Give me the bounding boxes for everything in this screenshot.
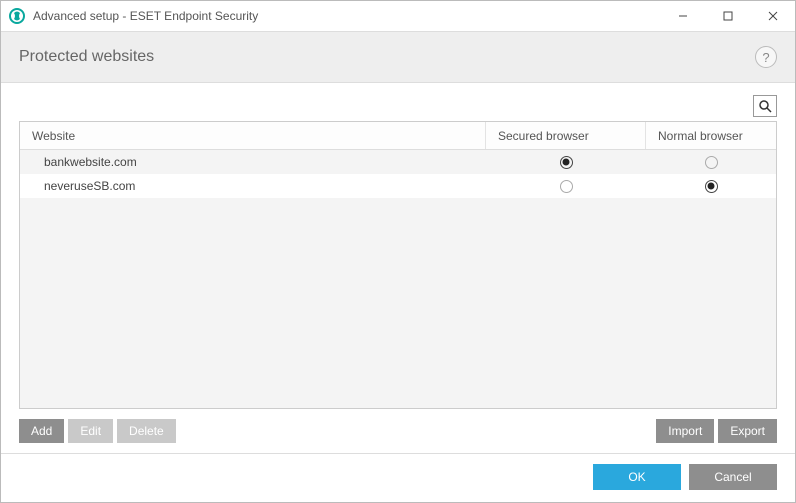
footer: OK Cancel [1,453,795,502]
cell-secured [486,174,646,198]
help-icon: ? [762,50,769,65]
page-header: Protected websites ? [1,31,795,83]
table-row[interactable]: neveruseSB.com [20,174,776,198]
help-button[interactable]: ? [755,46,777,68]
radio-normal[interactable] [705,156,718,169]
delete-button[interactable]: Delete [117,419,176,443]
cell-website: neveruseSB.com [20,174,486,198]
cell-normal [646,150,776,174]
maximize-button[interactable] [705,1,750,31]
left-button-group: Add Edit Delete [19,419,176,443]
content-area: Website Secured browser Normal browser b… [1,83,795,453]
radio-secured[interactable] [560,156,573,169]
minimize-button[interactable] [660,1,705,31]
radio-normal[interactable] [705,180,718,193]
websites-table: Website Secured browser Normal browser b… [19,121,777,409]
import-button[interactable]: Import [656,419,714,443]
search-icon [758,99,772,113]
edit-button[interactable]: Edit [68,419,113,443]
cell-secured [486,150,646,174]
table-row[interactable]: bankwebsite.com [20,150,776,174]
cell-normal [646,174,776,198]
radio-secured[interactable] [560,180,573,193]
titlebar: Advanced setup - ESET Endpoint Security [1,1,795,31]
ok-button[interactable]: OK [593,464,681,490]
table-body: bankwebsite.comneveruseSB.com [20,150,776,408]
search-row [19,95,777,117]
app-logo-icon [9,8,25,24]
cancel-button[interactable]: Cancel [689,464,777,490]
right-button-group: Import Export [656,419,777,443]
add-button[interactable]: Add [19,419,64,443]
close-button[interactable] [750,1,795,31]
column-header-normal[interactable]: Normal browser [646,122,776,149]
export-button[interactable]: Export [718,419,777,443]
window: Advanced setup - ESET Endpoint Security … [0,0,796,503]
column-header-website[interactable]: Website [20,122,486,149]
page-title: Protected websites [19,48,154,66]
search-button[interactable] [753,95,777,117]
window-title: Advanced setup - ESET Endpoint Security [33,9,660,23]
cell-website: bankwebsite.com [20,150,486,174]
column-header-secured[interactable]: Secured browser [486,122,646,149]
window-controls [660,1,795,31]
table-header: Website Secured browser Normal browser [20,122,776,150]
action-row: Add Edit Delete Import Export [19,413,777,443]
